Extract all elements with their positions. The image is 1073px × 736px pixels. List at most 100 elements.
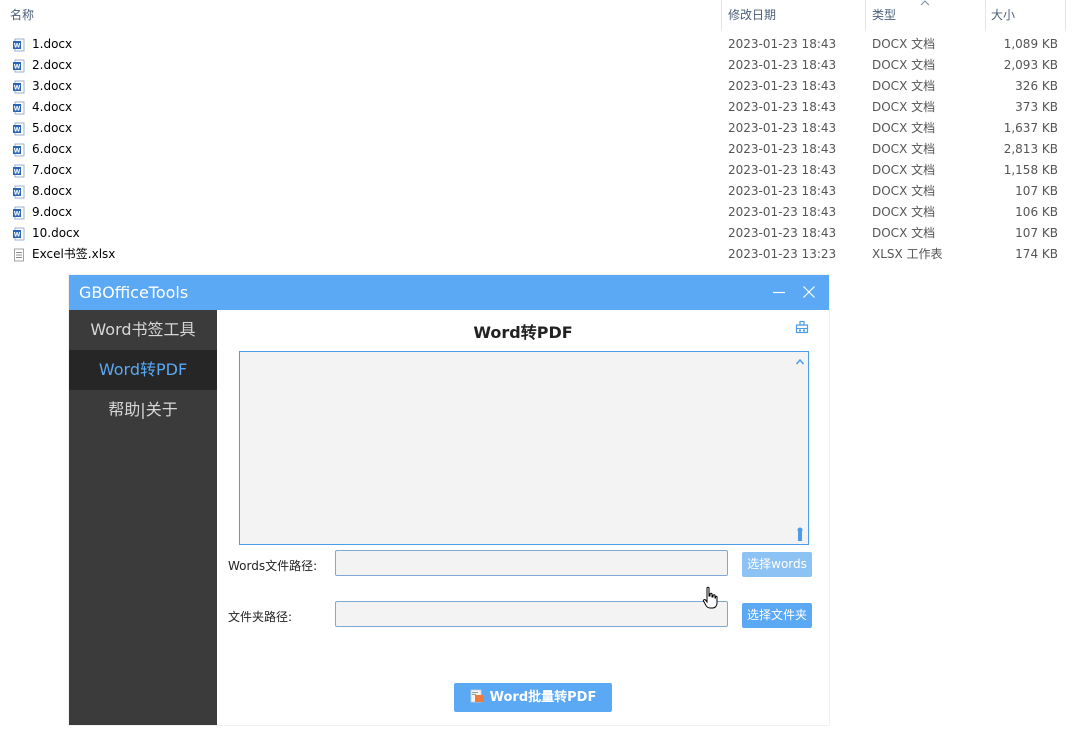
file-name-cell[interactable]: W 5.docx <box>12 118 72 139</box>
file-date: 2023-01-23 18:43 <box>728 100 837 114</box>
file-date: 2023-01-23 18:43 <box>728 37 837 51</box>
word-doc-icon: W <box>13 59 25 72</box>
word-doc-icon: W <box>13 101 25 114</box>
folder-path-input[interactable] <box>335 601 728 627</box>
file-type: DOCX 文档 <box>872 37 936 51</box>
file-type: DOCX 文档 <box>872 121 936 135</box>
svg-text:W: W <box>14 231 21 238</box>
file-row[interactable]: W 5.docx 2023-01-23 18:43 DOCX 文档 1,637 KB <box>0 118 1073 139</box>
file-name: 10.docx <box>32 226 80 240</box>
file-name-cell[interactable]: W 3.docx <box>12 76 72 97</box>
file-name: 8.docx <box>32 184 73 198</box>
scroll-up-icon[interactable] <box>795 357 805 367</box>
sidebar: Word书签工具 Word转PDF 帮助|关于 <box>69 310 217 725</box>
file-row[interactable]: Excel书签.xlsx 2023-01-23 13:23 XLSX 工作表 174 … <box>0 244 1073 265</box>
file-size: 326 KB <box>1015 79 1058 93</box>
hand-cursor-icon <box>702 586 718 609</box>
file-size: 107 KB <box>1015 226 1058 240</box>
file-type: DOCX 文档 <box>872 205 936 219</box>
file-name-cell[interactable]: W 2.docx <box>12 55 72 76</box>
svg-text:W: W <box>14 105 21 112</box>
word-doc-icon: W <box>13 122 25 135</box>
sidebar-item-word-to-pdf[interactable]: Word转PDF <box>69 350 217 390</box>
file-row[interactable]: W 7.docx 2023-01-23 18:43 DOCX 文档 1,158 KB <box>0 160 1073 181</box>
file-size: 174 KB <box>1015 247 1058 261</box>
file-name: 3.docx <box>32 79 73 93</box>
file-row[interactable]: W 4.docx 2023-01-23 18:43 DOCX 文档 373 KB <box>0 97 1073 118</box>
log-textarea[interactable] <box>239 351 809 545</box>
file-type: DOCX 文档 <box>872 226 936 240</box>
window-title: GBOfficeTools <box>79 283 189 302</box>
file-size: 1,158 KB <box>1003 163 1058 177</box>
file-name: 6.docx <box>32 142 73 156</box>
file-date: 2023-01-23 18:43 <box>728 163 837 177</box>
choose-folder-button[interactable]: 选择文件夹 <box>742 603 812 628</box>
file-name: 1.docx <box>32 37 73 51</box>
svg-text:W: W <box>14 42 21 49</box>
file-list: W 1.docx 2023-01-23 18:43 DOCX 文档 1,089 KB W 2… <box>0 34 1073 265</box>
file-size: 2,813 KB <box>1003 142 1058 156</box>
file-name-cell[interactable]: W 4.docx <box>12 97 72 118</box>
svg-text:W: W <box>14 126 21 133</box>
file-name: 2.docx <box>32 58 73 72</box>
file-row[interactable]: W 1.docx 2023-01-23 18:43 DOCX 文档 1,089 KB <box>0 34 1073 55</box>
svg-text:W: W <box>14 168 21 175</box>
svg-text:W: W <box>14 63 21 70</box>
file-name-cell[interactable]: W 6.docx <box>12 139 72 160</box>
batch-convert-button[interactable]: Word批量转PDF <box>454 683 612 712</box>
svg-text:W: W <box>14 189 21 196</box>
close-icon[interactable] <box>801 284 817 300</box>
file-date: 2023-01-23 18:43 <box>728 205 837 219</box>
file-name-cell[interactable]: Excel书签.xlsx <box>12 244 115 265</box>
file-type: DOCX 文档 <box>872 100 936 114</box>
file-size: 1,637 KB <box>1003 121 1058 135</box>
word-doc-icon: W <box>13 38 25 51</box>
word-doc-icon: W <box>13 143 25 156</box>
file-date: 2023-01-23 18:43 <box>728 79 837 93</box>
file-date: 2023-01-23 18:43 <box>728 142 837 156</box>
file-row[interactable]: W 2.docx 2023-01-23 18:43 DOCX 文档 2,093 KB <box>0 55 1073 76</box>
plugin-icon[interactable] <box>795 320 809 334</box>
file-name-cell[interactable]: W 8.docx <box>12 181 72 202</box>
file-size: 2,093 KB <box>1003 58 1058 72</box>
file-type: DOCX 文档 <box>872 142 936 156</box>
file-size: 1,089 KB <box>1003 37 1058 51</box>
file-name-cell[interactable]: W 9.docx <box>12 202 72 223</box>
column-header-size[interactable]: 大小 <box>981 0 1065 30</box>
generic-file-icon <box>14 248 24 261</box>
word-doc-icon: W <box>13 227 25 240</box>
file-size: 373 KB <box>1015 100 1058 114</box>
file-row[interactable]: W 6.docx 2023-01-23 18:43 DOCX 文档 2,813 KB <box>0 139 1073 160</box>
file-name-cell[interactable]: W 7.docx <box>12 160 72 181</box>
file-name-cell[interactable]: W 1.docx <box>12 34 72 55</box>
file-date: 2023-01-23 18:43 <box>728 184 837 198</box>
file-type: DOCX 文档 <box>872 58 936 72</box>
file-row[interactable]: W 9.docx 2023-01-23 18:43 DOCX 文档 106 KB <box>0 202 1073 223</box>
column-header-name[interactable]: 名称 <box>0 0 720 30</box>
folder-path-label: 文件夹路径: <box>228 610 293 624</box>
words-path-input[interactable] <box>335 550 728 576</box>
words-path-label: Words文件路径: <box>228 559 318 573</box>
svg-text:W: W <box>14 84 21 91</box>
sidebar-item-word-bookmark[interactable]: Word书签工具 <box>69 310 217 350</box>
file-date: 2023-01-23 18:43 <box>728 226 837 240</box>
file-name: 9.docx <box>32 205 73 219</box>
file-name-cell[interactable]: W 10.docx <box>12 223 80 244</box>
file-type: DOCX 文档 <box>872 79 936 93</box>
word-doc-icon: W <box>13 80 25 93</box>
choose-words-button[interactable]: 选择words <box>742 552 812 577</box>
file-type: XLSX 工作表 <box>872 247 943 261</box>
title-bar[interactable]: GBOfficeTools <box>69 275 829 310</box>
column-header-date[interactable]: 修改日期 <box>718 0 864 30</box>
word-doc-icon: W <box>13 206 25 219</box>
file-row[interactable]: W 10.docx 2023-01-23 18:43 DOCX 文档 107 KB <box>0 223 1073 244</box>
sidebar-item-help-about[interactable]: 帮助|关于 <box>69 390 217 430</box>
column-divider[interactable] <box>1065 0 1066 30</box>
page-title: Word转PDF <box>473 323 573 342</box>
sort-ascending-icon <box>920 0 930 6</box>
file-row[interactable]: W 3.docx 2023-01-23 18:43 DOCX 文档 326 KB <box>0 76 1073 97</box>
minimize-icon[interactable] <box>771 284 787 300</box>
file-row[interactable]: W 8.docx 2023-01-23 18:43 DOCX 文档 107 KB <box>0 181 1073 202</box>
scrollbar-thumb[interactable] <box>796 527 804 541</box>
main-content: Word转PDF Words文件路径: 选择words 文件夹路径: 选择文件夹 <box>217 310 829 725</box>
